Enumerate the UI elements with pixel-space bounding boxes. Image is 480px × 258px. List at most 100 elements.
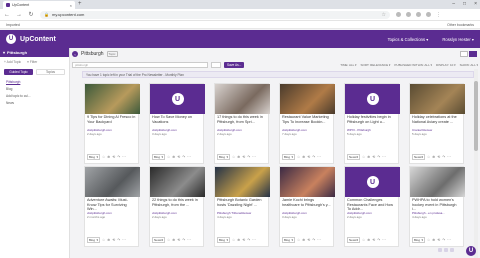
- help-chat-button[interactable]: U: [466, 246, 476, 256]
- share-icon[interactable]: ↷: [182, 238, 185, 242]
- article-title[interactable]: Jamie Kochi brings healthcare to Pittsbu…: [280, 197, 333, 211]
- article-card[interactable]: 17 things to do this week in Pittsburgh,…: [214, 83, 270, 164]
- star-icon[interactable]: ☆: [232, 238, 235, 242]
- article-card[interactable]: 9 Tips for Dining Al Fresco in Your Back…: [84, 83, 140, 164]
- more-icon[interactable]: ⋯: [122, 238, 126, 242]
- share-icon[interactable]: ↷: [117, 155, 120, 159]
- back-icon[interactable]: ←: [4, 12, 10, 18]
- time-filter[interactable]: TIME: ALL ▾: [340, 63, 356, 67]
- more-icon[interactable]: ⋯: [122, 155, 126, 159]
- article-title[interactable]: How To Save Money on Vacations: [150, 114, 203, 128]
- show-filter[interactable]: SHOW: ALL ▾: [460, 63, 478, 67]
- refresh-icon[interactable]: ⟲: [372, 155, 375, 159]
- refresh-icon[interactable]: ⟲: [242, 155, 245, 159]
- profile-avatar[interactable]: [426, 11, 431, 17]
- reload-icon[interactable]: ↻: [28, 11, 34, 18]
- new-tab-button[interactable]: +: [78, 1, 82, 8]
- grid-view-button[interactable]: [469, 51, 477, 57]
- refresh-icon[interactable]: ⟲: [307, 238, 310, 242]
- menu-icon[interactable]: ⋮: [436, 12, 441, 18]
- more-icon[interactable]: ⋯: [187, 155, 191, 159]
- article-title[interactable]: Common Challenges Restaurants Face and H…: [345, 197, 398, 211]
- minimize-icon[interactable]: –: [452, 1, 455, 7]
- article-thumbnail[interactable]: [150, 167, 205, 197]
- add-icon[interactable]: ⊕: [432, 155, 435, 159]
- article-thumbnail[interactable]: [215, 167, 270, 197]
- star-icon[interactable]: ☆: [102, 238, 105, 242]
- sidebar-item-pittsburgh[interactable]: Pittsburgh: [0, 77, 69, 84]
- star-icon[interactable]: ☆: [167, 238, 170, 242]
- more-icon[interactable]: ⋯: [447, 238, 451, 242]
- add-icon[interactable]: ⊕: [107, 238, 110, 242]
- scrollbar-thumb[interactable]: [474, 81, 478, 151]
- browser-tab[interactable]: UpContent ×: [3, 1, 75, 9]
- article-thumbnail[interactable]: [85, 167, 140, 197]
- add-icon[interactable]: ⊕: [107, 155, 110, 159]
- refresh-icon[interactable]: ⟲: [437, 238, 440, 242]
- article-card[interactable]: Pittsburgh Botanic Garden hosts 'Dazzlin…: [214, 166, 270, 247]
- sidebar-item-news[interactable]: News: [0, 98, 69, 105]
- filter-button[interactable]: ≡ Filter: [27, 60, 37, 64]
- refresh-icon[interactable]: ⟲: [242, 238, 245, 242]
- more-icon[interactable]: ⋯: [252, 238, 256, 242]
- extension-icon[interactable]: [406, 11, 411, 17]
- tool-icon[interactable]: [438, 248, 442, 252]
- add-icon[interactable]: ⊕: [367, 238, 370, 242]
- refresh-icon[interactable]: ⟲: [112, 238, 115, 242]
- star-icon[interactable]: ☆: [232, 155, 235, 159]
- sidebar-item-blog[interactable]: Blog: [0, 84, 69, 91]
- article-title[interactable]: PWHPA to hold women's hockey event in Pi…: [410, 197, 463, 211]
- search-input[interactable]: pittsburgh: [72, 61, 208, 68]
- add-icon[interactable]: ⊕: [172, 238, 175, 242]
- user-menu[interactable]: Rosslyn Hester ▾: [442, 37, 474, 42]
- article-card[interactable]: Adventure Awaits: Must-Know Tips for Sur…: [84, 166, 140, 247]
- more-icon[interactable]: ⋯: [382, 238, 386, 242]
- add-icon[interactable]: ⊕: [237, 155, 240, 159]
- list-view-button[interactable]: [460, 51, 468, 57]
- more-icon[interactable]: ⋯: [187, 238, 191, 242]
- refresh-icon[interactable]: ⟲: [177, 155, 180, 159]
- share-icon[interactable]: ↷: [182, 155, 185, 159]
- category-select[interactable]: Blog ▾: [217, 237, 230, 243]
- article-thumbnail[interactable]: [85, 84, 140, 114]
- article-thumbnail[interactable]: [215, 84, 270, 114]
- add-icon[interactable]: ⊕: [367, 155, 370, 159]
- category-select[interactable]: Blog ▾: [412, 237, 425, 243]
- save-as-button[interactable]: Save As...: [224, 61, 245, 68]
- add-icon[interactable]: ⊕: [302, 155, 305, 159]
- article-card[interactable]: 22 things to do this week in Pittsburgh,…: [149, 166, 205, 247]
- maximize-icon[interactable]: □: [463, 1, 466, 7]
- category-select[interactable]: Blog ▾: [282, 237, 295, 243]
- display-filter[interactable]: DISPLAY: 10 ▾: [436, 63, 456, 67]
- article-title[interactable]: 9 Tips for Dining Al Fresco in Your Back…: [85, 114, 138, 128]
- article-thumbnail[interactable]: [280, 84, 335, 114]
- add-icon[interactable]: ⊕: [302, 238, 305, 242]
- sidebar-topic-header[interactable]: ▾ Pittsburgh: [0, 48, 69, 57]
- star-icon[interactable]: ☆: [427, 155, 430, 159]
- article-card[interactable]: Restaurant Value Marketing Tips To Incre…: [279, 83, 335, 164]
- refresh-icon[interactable]: ⟲: [372, 238, 375, 242]
- star-icon[interactable]: ☆: [362, 238, 365, 242]
- category-select[interactable]: News ▾: [412, 154, 425, 160]
- tab-topics[interactable]: Topics: [36, 69, 65, 75]
- share-icon[interactable]: ↷: [442, 155, 445, 159]
- more-icon[interactable]: ⋯: [317, 238, 321, 242]
- article-title[interactable]: Pittsburgh Botanic Garden hosts 'Dazzlin…: [215, 197, 268, 211]
- star-icon[interactable]: ☆: [297, 155, 300, 159]
- article-thumbnail-brand[interactable]: U: [345, 167, 400, 197]
- category-select[interactable]: Blog ▾: [282, 154, 295, 160]
- tool-icon[interactable]: [450, 248, 454, 252]
- article-card[interactable]: Jamie Kochi brings healthcare to Pittsbu…: [279, 166, 335, 247]
- category-select[interactable]: News ▾: [347, 154, 360, 160]
- more-icon[interactable]: ⋯: [447, 155, 451, 159]
- close-window-icon[interactable]: ×: [474, 1, 477, 7]
- share-icon[interactable]: ↷: [442, 238, 445, 242]
- published-filter[interactable]: PUBLISHED WITHIN: ALL ▾: [394, 63, 432, 67]
- share-icon[interactable]: ↷: [312, 155, 315, 159]
- add-icon[interactable]: ⊕: [237, 238, 240, 242]
- more-icon[interactable]: ⋯: [382, 155, 386, 159]
- article-card[interactable]: U How To Save Money on Vacations visitpitt…: [149, 83, 205, 164]
- refresh-icon[interactable]: ⟲: [307, 155, 310, 159]
- article-title[interactable]: 22 things to do this week in Pittsburgh,…: [150, 197, 203, 211]
- star-icon[interactable]: ☆: [102, 155, 105, 159]
